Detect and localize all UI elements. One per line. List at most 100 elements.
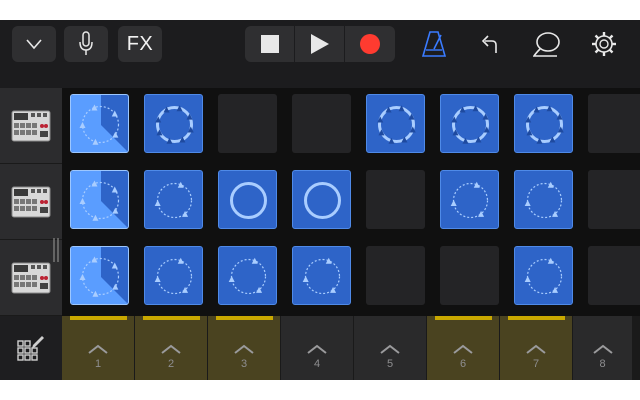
lasso-button[interactable] [529,26,565,62]
play-icon [310,34,329,54]
loop-cell-r2-c5[interactable] [366,170,425,229]
control-bar: FX [0,20,640,68]
column-active-indicator [362,316,419,320]
loop-cell-r2-c2[interactable] [144,170,203,229]
column-trigger-7[interactable]: 7 [500,316,573,380]
chevron-up-icon [161,344,181,354]
undo-button[interactable] [470,26,506,62]
lasso-icon [533,32,560,57]
stop-button[interactable] [245,26,295,62]
column-trigger-4[interactable]: 4 [281,316,354,380]
record-button[interactable] [345,26,395,62]
loop-cell-r1-c6[interactable] [440,94,499,153]
column-trigger-5[interactable]: 5 [354,316,427,380]
edit-grid-button[interactable] [0,316,62,380]
column-number: 1 [94,358,102,370]
loop-cell-r2-c3[interactable] [218,170,277,229]
loop-cell-r3-c3[interactable] [218,246,277,305]
fx-button[interactable]: FX [118,26,162,62]
chevron-up-icon [88,344,108,354]
waveform-ring-icon [155,105,194,144]
edit-grid-icon [17,336,44,361]
loop-cell-r3-c6[interactable] [440,246,499,305]
transport-controls [245,26,395,62]
waveform-ring-icon [524,181,563,219]
loop-cell-r2-c8[interactable] [588,170,640,229]
column-triggers-bar: 1 2 3 4 5 6 7 8 [0,316,640,380]
waveform-ring-icon [228,257,267,295]
loop-cell-r3-c1[interactable] [70,246,129,305]
loop-cell-r2-c7[interactable] [514,170,573,229]
loop-cell-r1-c7[interactable] [514,94,573,153]
column-active-indicator [508,316,565,320]
column-number: 5 [386,358,394,370]
settings-button[interactable] [586,26,622,62]
drum-machine-icon [11,110,51,141]
waveform-ring-icon [71,95,128,152]
track-resize-handle[interactable] [52,238,60,262]
column-active-indicator [435,316,492,320]
play-button[interactable] [295,26,345,62]
loop-cell-r1-c1[interactable] [70,94,129,153]
waveform-ring-icon [304,182,341,219]
record-icon [360,34,380,54]
column-number: 6 [459,358,467,370]
loop-cell-r2-c1[interactable] [70,170,129,229]
column-active-indicator [581,316,638,320]
loop-cell-r3-c4[interactable] [292,246,351,305]
column-trigger-6[interactable]: 6 [427,316,500,380]
track-header-1[interactable] [0,88,62,164]
microphone-button[interactable] [64,26,108,62]
column-active-indicator [289,316,346,320]
chevron-up-icon [592,344,613,354]
loop-cell-r2-c6[interactable] [440,170,499,229]
waveform-ring-icon [71,247,128,304]
chevron-up-icon [234,344,254,354]
waveform-ring-icon [450,181,489,219]
column-active-indicator [216,316,273,320]
loop-cell-r1-c5[interactable] [366,94,425,153]
column-number: 2 [167,358,175,370]
column-trigger-2[interactable]: 2 [135,316,208,380]
column-trigger-1[interactable]: 1 [62,316,135,380]
undo-icon [481,35,497,53]
waveform-ring-icon [154,181,193,219]
stop-icon [260,35,279,53]
chevron-down-icon [26,39,42,50]
loop-cell-r1-c3[interactable] [218,94,277,153]
loop-cell-r1-c4[interactable] [292,94,351,153]
metronome-icon [421,31,447,57]
chevron-up-icon [526,344,546,354]
loop-cell-r1-c2[interactable] [144,94,203,153]
metronome-button[interactable] [416,26,452,62]
live-loops-screen: FX 1 2 3 4 5 6 7 8 [0,20,640,380]
loop-cell-r3-c7[interactable] [514,246,573,305]
chevron-up-icon [380,344,400,354]
waveform-ring-icon [525,105,564,144]
chevron-up-icon [453,344,473,354]
column-number: 8 [599,358,606,370]
column-trigger-3[interactable]: 3 [208,316,281,380]
waveform-ring-icon [302,257,341,295]
waveform-ring-icon [377,105,416,144]
loop-cell-r3-c5[interactable] [366,246,425,305]
column-active-indicator [70,316,127,320]
browser-dropdown-button[interactable] [12,26,56,62]
loop-cell-r1-c8[interactable] [588,94,640,153]
track-header-2[interactable] [0,164,62,240]
column-trigger-8[interactable]: 8 [573,316,633,380]
drum-machine-icon [11,262,51,293]
loop-cell-r3-c2[interactable] [144,246,203,305]
column-active-indicator [143,316,200,320]
column-number: 3 [240,358,248,370]
loop-cell-r2-c4[interactable] [292,170,351,229]
loop-grid [62,88,640,316]
track-headers [0,88,62,316]
waveform-ring-icon [524,257,563,295]
drum-machine-icon [11,186,51,217]
column-number: 7 [532,358,540,370]
loop-cell-r3-c8[interactable] [588,246,640,305]
waveform-ring-icon [154,257,193,295]
settings-gear-icon [592,32,616,56]
waveform-ring-icon [71,171,128,228]
